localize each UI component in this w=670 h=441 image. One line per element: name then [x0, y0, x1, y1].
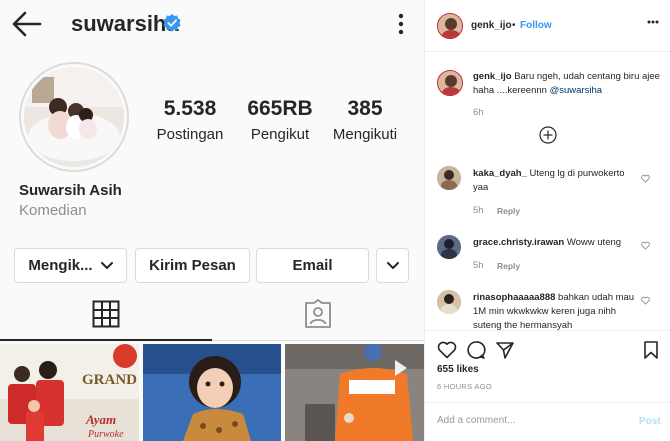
comment-text: grace.christy.irawan Woww uteng	[473, 236, 653, 250]
profile-full-name: Suwarsih Asih	[19, 182, 122, 199]
comment-heart-icon[interactable]	[641, 241, 650, 250]
grid-icon	[92, 300, 120, 328]
post-panel: genk_ijo • Follow genk_ijo Baru ngeh, ud…	[424, 0, 670, 441]
author-avatar[interactable]	[437, 13, 463, 39]
separator-dot: •	[512, 20, 516, 31]
profile-screenshot: suwarsiha 5.538 Postingan 665RB Pengikut	[0, 0, 424, 441]
comment-heart-icon[interactable]	[641, 296, 650, 305]
message-button-label: Kirim Pesan	[149, 257, 236, 274]
comment-body: Woww uteng	[566, 237, 622, 248]
heart-icon[interactable]	[437, 340, 457, 360]
more-horizontal-icon[interactable]	[647, 20, 659, 24]
commenter-avatar-image	[437, 290, 461, 314]
comment-time: 5h	[473, 205, 484, 216]
caption-avatar-image	[438, 71, 462, 95]
stat-posts: 5.538 Postingan	[150, 97, 230, 143]
commenter-avatar[interactable]	[437, 235, 461, 259]
back-arrow-icon[interactable]	[12, 10, 42, 38]
tab-tagged[interactable]	[212, 293, 424, 341]
stat-posts-value: 5.538	[163, 97, 217, 120]
thumb-caption: GRAND OP	[82, 372, 139, 388]
tagged-icon	[305, 299, 331, 328]
suggested-dropdown-button[interactable]	[376, 248, 409, 283]
add-comment-input[interactable]	[437, 415, 617, 426]
comment-text: kaka_dyah_ Uteng lg di purwokerto yaa	[473, 167, 633, 195]
likes-count[interactable]: 655 likes	[437, 364, 479, 375]
caption-author-avatar[interactable]	[437, 70, 463, 96]
stat-following-label: Mengikuti	[332, 126, 398, 143]
profile-topbar: suwarsiha	[0, 0, 424, 52]
author-avatar-image	[438, 14, 462, 38]
post-thumbnail[interactable]	[285, 344, 424, 441]
post-thumbnail-image	[143, 344, 281, 441]
post-actions	[425, 330, 670, 365]
chevron-down-icon	[386, 261, 399, 269]
message-button[interactable]: Kirim Pesan	[135, 248, 250, 283]
follow-button[interactable]: Follow	[520, 20, 552, 31]
more-vertical-icon[interactable]	[396, 12, 406, 36]
post-timestamp: 6 HOURS AGO	[437, 382, 492, 391]
email-button[interactable]: Email	[256, 248, 369, 283]
post-thumbnail-image	[285, 344, 424, 441]
commenter-avatar-image	[437, 166, 461, 190]
stat-followers-label: Pengikut	[250, 126, 310, 143]
comment-text: rinasophaaaaa888 bahkan udah mau 1M min …	[473, 291, 643, 330]
profile-avatar[interactable]	[24, 67, 124, 167]
following-button-label: Mengik...	[28, 257, 93, 274]
commenter-avatar[interactable]	[437, 290, 461, 314]
tab-posts-grid[interactable]	[0, 293, 212, 341]
caption-text: genk_ijo Baru ngeh, udah centang biru aj…	[473, 70, 663, 98]
plus-circle-icon[interactable]	[539, 126, 557, 144]
profile-category: Komedian	[19, 202, 87, 219]
thumb-subcaption: Ayam	[85, 412, 116, 427]
comment-icon[interactable]	[466, 340, 486, 360]
comment-item: rinasophaaaaa888 bahkan udah mau 1M min …	[425, 290, 670, 330]
stat-following[interactable]: 385 Mengikuti	[325, 97, 405, 143]
post-header: genk_ijo • Follow	[425, 0, 670, 52]
reply-button[interactable]: Reply	[497, 261, 520, 271]
chevron-down-icon	[100, 261, 113, 269]
post-thumbnail-image: GRAND OP Ayam Purwoke	[0, 344, 139, 441]
email-button-label: Email	[292, 257, 333, 274]
post-thumbnail[interactable]: GRAND OP Ayam Purwoke	[0, 344, 139, 441]
caption-username[interactable]: genk_ijo	[473, 71, 512, 82]
following-button[interactable]: Mengik...	[14, 248, 127, 283]
comment-username[interactable]: rinasophaaaaa888	[473, 292, 555, 303]
thumb-subcaption-2: Purwoke	[87, 429, 124, 440]
verified-badge-icon	[163, 14, 181, 32]
reply-button[interactable]: Reply	[497, 206, 520, 216]
avatar-photo	[24, 67, 124, 167]
stat-followers-value: 665RB	[247, 97, 313, 120]
stat-posts-label: Postingan	[156, 126, 224, 143]
comment-time: 5h	[473, 260, 484, 271]
comment-heart-icon[interactable]	[641, 174, 650, 183]
post-comment-button[interactable]: Post	[639, 416, 661, 427]
commenter-avatar-image	[437, 235, 461, 259]
comment-username[interactable]: kaka_dyah_	[473, 168, 527, 179]
post-author-username[interactable]: genk_ijo	[471, 20, 512, 31]
share-icon[interactable]	[495, 340, 515, 360]
profile-tabs	[0, 293, 424, 341]
post-thumbnail[interactable]	[143, 344, 281, 441]
caption-time: 6h	[473, 107, 484, 118]
comment-username[interactable]: grace.christy.irawan	[473, 237, 564, 248]
add-comment-bar: Post	[425, 402, 670, 441]
bookmark-icon[interactable]	[641, 340, 661, 360]
commenter-avatar[interactable]	[437, 166, 461, 190]
stat-followers[interactable]: 665RB Pengikut	[240, 97, 320, 143]
caption-mention[interactable]: @suwarsiha	[550, 85, 602, 96]
stat-following-value: 385	[347, 97, 383, 120]
